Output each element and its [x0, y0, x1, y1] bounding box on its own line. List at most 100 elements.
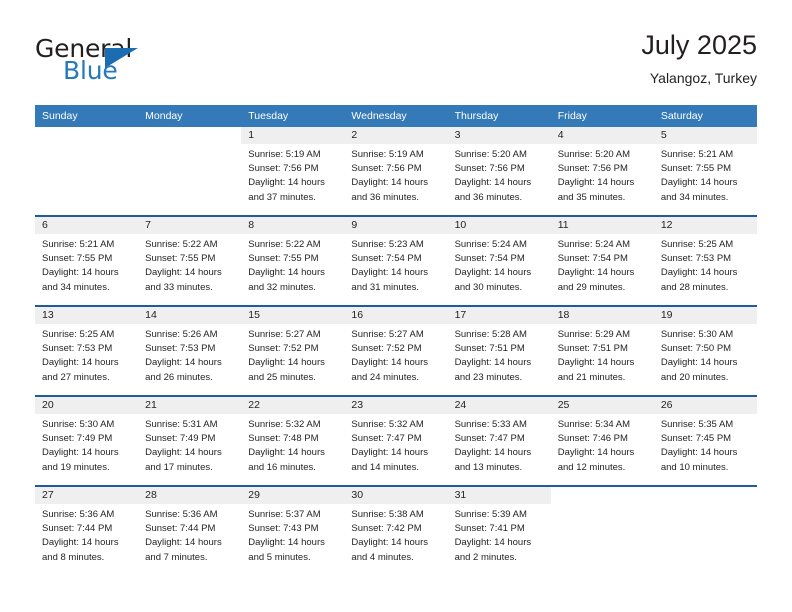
- day-cell-details[interactable]: Sunrise: 5:27 AM Sunset: 7:52 PM Dayligh…: [344, 324, 448, 395]
- day-cell-details[interactable]: [138, 144, 242, 215]
- day-cell-number[interactable]: 16: [344, 307, 448, 324]
- day-cell-details[interactable]: [550, 504, 654, 575]
- calendar-header-row-group: Sunday Monday Tuesday Wednesday Thursday…: [35, 105, 757, 127]
- page-title: July 2025: [641, 30, 757, 60]
- day-cell-details[interactable]: Sunrise: 5:21 AM Sunset: 7:55 PM Dayligh…: [35, 234, 139, 305]
- day-cell-details[interactable]: Sunrise: 5:20 AM Sunset: 7:56 PM Dayligh…: [447, 144, 551, 215]
- day-cell-number[interactable]: 26: [653, 397, 757, 414]
- day-cell-details[interactable]: Sunrise: 5:37 AM Sunset: 7:43 PM Dayligh…: [241, 504, 345, 575]
- day-cell-details[interactable]: Sunrise: 5:19 AM Sunset: 7:56 PM Dayligh…: [344, 144, 448, 215]
- day-cell-details[interactable]: Sunrise: 5:36 AM Sunset: 7:44 PM Dayligh…: [138, 504, 242, 575]
- sunrise-text: Sunrise: 5:21 AM: [42, 239, 115, 250]
- day-cell-number[interactable]: 18: [550, 307, 654, 324]
- day-cell-details[interactable]: Sunrise: 5:33 AM Sunset: 7:47 PM Dayligh…: [447, 414, 551, 485]
- day-cell-details[interactable]: Sunrise: 5:35 AM Sunset: 7:45 PM Dayligh…: [653, 414, 757, 485]
- daylight-text: Daylight: 14 hours and 34 minutes.: [660, 177, 738, 203]
- day-cell-number[interactable]: 9: [344, 217, 448, 234]
- sunrise-text: Sunrise: 5:26 AM: [145, 329, 218, 340]
- day-cell-details[interactable]: Sunrise: 5:19 AM Sunset: 7:56 PM Dayligh…: [241, 144, 345, 215]
- day-cell-number[interactable]: 24: [447, 397, 551, 414]
- daylight-text: Daylight: 14 hours and 33 minutes.: [145, 267, 222, 293]
- week-1-daynumber-row: 1 2 3 4 5: [35, 127, 757, 144]
- day-cell-details[interactable]: Sunrise: 5:27 AM Sunset: 7:52 PM Dayligh…: [241, 324, 345, 395]
- day-cell-number[interactable]: 10: [447, 217, 551, 234]
- daylight-text: Daylight: 14 hours and 28 minutes.: [660, 267, 738, 293]
- day-cell-number[interactable]: 11: [550, 217, 654, 234]
- sunset-text: Sunset: 7:46 PM: [557, 433, 628, 445]
- daylight-text: Daylight: 14 hours and 20 minutes.: [660, 357, 738, 383]
- day-cell-number[interactable]: 25: [550, 397, 654, 414]
- day-cell-number[interactable]: 4: [550, 127, 654, 144]
- sunrise-text: Sunrise: 5:37 AM: [248, 509, 321, 520]
- sunrise-text: Sunrise: 5:22 AM: [248, 239, 321, 250]
- day-cell-number[interactable]: 19: [653, 307, 757, 324]
- day-cell-details[interactable]: Sunrise: 5:24 AM Sunset: 7:54 PM Dayligh…: [550, 234, 654, 305]
- day-cell-details[interactable]: Sunrise: 5:38 AM Sunset: 7:42 PM Dayligh…: [344, 504, 448, 575]
- day-cell-details[interactable]: Sunrise: 5:31 AM Sunset: 7:49 PM Dayligh…: [138, 414, 242, 485]
- day-cell-details[interactable]: Sunrise: 5:36 AM Sunset: 7:44 PM Dayligh…: [35, 504, 139, 575]
- daylight-text: Daylight: 14 hours and 36 minutes.: [454, 177, 532, 203]
- day-cell-number[interactable]: 1: [241, 127, 345, 144]
- day-cell-details[interactable]: Sunrise: 5:21 AM Sunset: 7:55 PM Dayligh…: [653, 144, 757, 215]
- day-cell-number[interactable]: 20: [35, 397, 139, 414]
- day-cell-number[interactable]: 13: [35, 307, 139, 324]
- day-cell-number[interactable]: [550, 487, 654, 504]
- sunset-text: Sunset: 7:41 PM: [454, 523, 525, 535]
- calendar-page: General Blue July 2025 Yalangoz, Turkey …: [0, 0, 792, 612]
- day-cell-number[interactable]: 2: [344, 127, 448, 144]
- day-cell-details[interactable]: [653, 504, 757, 575]
- sunset-text: Sunset: 7:49 PM: [42, 433, 113, 445]
- day-cell-number[interactable]: 22: [241, 397, 345, 414]
- day-cell-number[interactable]: 8: [241, 217, 345, 234]
- day-cell-details[interactable]: Sunrise: 5:28 AM Sunset: 7:51 PM Dayligh…: [447, 324, 551, 395]
- week-3-detail-row: Sunrise: 5:25 AM Sunset: 7:53 PM Dayligh…: [35, 324, 757, 395]
- daylight-text: Daylight: 14 hours and 36 minutes.: [351, 177, 428, 203]
- day-cell-number[interactable]: 17: [447, 307, 551, 324]
- day-cell-details[interactable]: Sunrise: 5:30 AM Sunset: 7:50 PM Dayligh…: [653, 324, 757, 395]
- day-cell-details[interactable]: Sunrise: 5:25 AM Sunset: 7:53 PM Dayligh…: [653, 234, 757, 305]
- day-cell-number[interactable]: 7: [138, 217, 242, 234]
- day-cell-number[interactable]: 30: [344, 487, 448, 504]
- day-cell-details[interactable]: Sunrise: 5:23 AM Sunset: 7:54 PM Dayligh…: [344, 234, 448, 305]
- general-blue-logo: General Blue: [35, 34, 255, 90]
- day-cell-details[interactable]: Sunrise: 5:34 AM Sunset: 7:46 PM Dayligh…: [550, 414, 654, 485]
- day-cell-details[interactable]: Sunrise: 5:30 AM Sunset: 7:49 PM Dayligh…: [35, 414, 139, 485]
- day-cell-number[interactable]: [138, 127, 242, 144]
- sunrise-text: Sunrise: 5:38 AM: [351, 509, 424, 520]
- day-cell-details[interactable]: Sunrise: 5:25 AM Sunset: 7:53 PM Dayligh…: [35, 324, 139, 395]
- day-cell-details[interactable]: Sunrise: 5:39 AM Sunset: 7:41 PM Dayligh…: [447, 504, 551, 575]
- day-cell-details[interactable]: Sunrise: 5:32 AM Sunset: 7:48 PM Dayligh…: [241, 414, 345, 485]
- day-cell-details[interactable]: Sunrise: 5:26 AM Sunset: 7:53 PM Dayligh…: [138, 324, 242, 395]
- day-cell-details[interactable]: Sunrise: 5:22 AM Sunset: 7:55 PM Dayligh…: [241, 234, 345, 305]
- day-cell-details[interactable]: Sunrise: 5:20 AM Sunset: 7:56 PM Dayligh…: [550, 144, 654, 215]
- day-cell-number[interactable]: 6: [35, 217, 139, 234]
- day-cell-number[interactable]: 31: [447, 487, 551, 504]
- day-cell-number[interactable]: 23: [344, 397, 448, 414]
- day-cell-details[interactable]: Sunrise: 5:24 AM Sunset: 7:54 PM Dayligh…: [447, 234, 551, 305]
- day-cell-number[interactable]: 27: [35, 487, 139, 504]
- day-cell-number[interactable]: 15: [241, 307, 345, 324]
- day-cell-details[interactable]: Sunrise: 5:29 AM Sunset: 7:51 PM Dayligh…: [550, 324, 654, 395]
- day-cell-number[interactable]: 14: [138, 307, 242, 324]
- day-cell-number[interactable]: 5: [653, 127, 757, 144]
- sunrise-text: Sunrise: 5:34 AM: [557, 419, 631, 430]
- day-cell-details[interactable]: Sunrise: 5:32 AM Sunset: 7:47 PM Dayligh…: [344, 414, 448, 485]
- day-cell-number[interactable]: 28: [138, 487, 242, 504]
- daylight-text: Daylight: 14 hours and 2 minutes.: [454, 537, 532, 563]
- day-cell-number[interactable]: 21: [138, 397, 242, 414]
- sunrise-text: Sunrise: 5:24 AM: [557, 239, 631, 250]
- day-cell-number[interactable]: 29: [241, 487, 345, 504]
- week-5-detail-row: Sunrise: 5:36 AM Sunset: 7:44 PM Dayligh…: [35, 504, 757, 575]
- weekday-header-wednesday: Wednesday: [344, 105, 448, 127]
- daylight-text: Daylight: 14 hours and 21 minutes.: [557, 357, 635, 383]
- day-cell-number[interactable]: [653, 487, 757, 504]
- sunset-text: Sunset: 7:44 PM: [42, 523, 113, 535]
- title-block: July 2025 Yalangoz, Turkey: [641, 28, 757, 88]
- day-cell-number[interactable]: [35, 127, 139, 144]
- day-cell-number[interactable]: 12: [653, 217, 757, 234]
- daylight-text: Daylight: 14 hours and 16 minutes.: [248, 447, 325, 473]
- day-cell-details[interactable]: [35, 144, 139, 215]
- day-cell-details[interactable]: Sunrise: 5:22 AM Sunset: 7:55 PM Dayligh…: [138, 234, 242, 305]
- week-2-daynumber-row: 6 7 8 9 10 11 12: [35, 217, 757, 234]
- day-cell-number[interactable]: 3: [447, 127, 551, 144]
